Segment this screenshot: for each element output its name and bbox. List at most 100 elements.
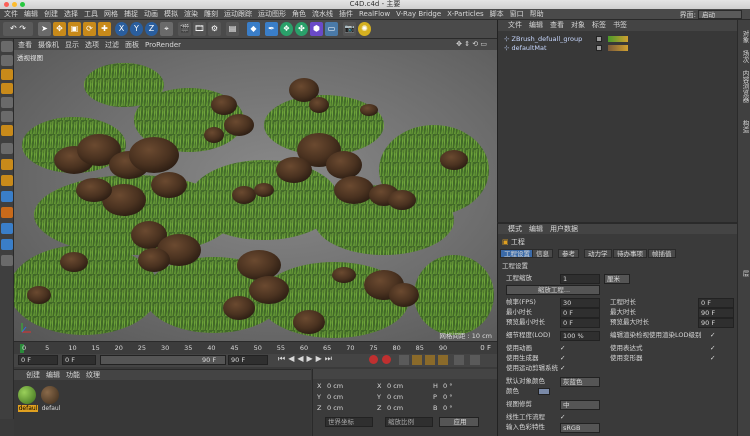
object-mode-icon[interactable]: ▤ [226,22,239,36]
polygons-mode-icon[interactable] [1,125,13,136]
tab-info[interactable]: 信息 [532,249,553,258]
paint-icon[interactable] [1,207,13,218]
close-window-button[interactable] [4,2,9,7]
coordinate-system-select[interactable]: 世界坐标 [325,417,373,427]
tweak-mode-icon[interactable] [1,159,13,170]
menu-simulate[interactable]: 模拟 [164,9,178,19]
material-tags-icon[interactable] [608,36,628,42]
viewport-menu-view[interactable]: 查看 [18,40,32,50]
y-axis-lock-button[interactable]: Y [130,22,143,36]
position-z-field[interactable]: 0 cm [327,404,343,413]
move-tool-icon[interactable]: ✥ [53,22,66,36]
rotation-p-field[interactable]: 0 ° [443,393,452,402]
lock-icon[interactable] [1,255,13,266]
layout-select[interactable]: 启动 [698,10,742,19]
project-scale-field[interactable]: 1 [560,274,600,284]
tab-takes[interactable]: 场次 [740,50,749,63]
linear-workflow-checkbox[interactable]: ✓ [560,413,565,422]
viewport-menu-panel[interactable]: 面板 [125,40,139,50]
size-mode-select[interactable]: 缩放比例 [385,417,433,427]
menu-x-particles[interactable]: X-Particles [447,10,483,18]
menu-help[interactable]: 帮助 [530,9,544,19]
timeline-menu-icon[interactable] [470,355,480,365]
camera-icon[interactable]: 📷 [343,22,356,36]
rotation-b-field[interactable]: 0 ° [443,404,452,413]
viewport-menu-display[interactable]: 显示 [65,40,79,50]
menu-realflow[interactable]: RealFlow [359,10,390,18]
use-animation-checkbox[interactable]: ✓ [560,344,565,353]
render-settings-icon[interactable]: ⚙ [208,22,221,36]
position-y-field[interactable]: 0 cm [327,393,343,402]
fps-field[interactable]: 30 [560,298,600,308]
z-axis-lock-button[interactable]: Z [145,22,158,36]
timeline-ruler[interactable]: 0 5 10 15 20 25 30 35 40 45 50 55 60 65 70 75 80 85 90 0 F [14,341,497,354]
am-menu-mode[interactable]: 模式 [508,224,522,234]
position-x-field[interactable]: 0 cm [327,382,343,391]
om-menu-edit[interactable]: 编辑 [529,20,543,31]
key-scale-icon[interactable] [438,355,448,365]
snap-icon[interactable] [1,175,13,186]
viewport-menu-prorender[interactable]: ProRender [145,41,181,49]
om-menu-tags[interactable]: 标签 [592,20,606,31]
record-key-icon[interactable] [369,355,378,364]
use-deformers-checkbox[interactable]: ✓ [710,354,715,363]
menu-select[interactable]: 选择 [64,9,78,19]
zoom-window-button[interactable] [20,2,25,7]
key-position-icon[interactable] [412,355,422,365]
mat-menu-edit[interactable]: 编辑 [46,370,60,380]
points-mode-icon[interactable] [1,97,13,108]
material-slot[interactable]: defaul [41,386,61,414]
current-frame-field[interactable]: 0 F [18,355,58,365]
tab-objects[interactable]: 对象 [740,30,749,43]
view-clipping-select[interactable]: 中 [560,400,600,410]
menu-tools[interactable]: 工具 [84,9,98,19]
layer-toggle-icon[interactable] [596,45,602,51]
viewport-menu-options[interactable]: 选项 [85,40,99,50]
menu-character[interactable]: 角色 [292,9,306,19]
am-menu-userdata[interactable]: 用户数据 [550,224,578,234]
am-menu-edit[interactable]: 编辑 [529,224,543,234]
enable-axis-icon[interactable] [1,143,13,154]
render-picture-viewer-icon[interactable]: 🎞 [193,22,206,36]
tab-dynamics[interactable]: 动力学 [584,249,612,258]
om-menu-objects[interactable]: 对象 [571,20,585,31]
tab-content-browser[interactable]: 内容浏览器 [740,70,749,103]
mat-menu-texture[interactable]: 纹理 [86,370,100,380]
preview-min-field[interactable]: 0 F [560,318,600,328]
tab-reference[interactable]: 参考 [558,249,579,258]
menu-sculpt[interactable]: 雕刻 [204,9,218,19]
undo-redo-icon[interactable]: ↶ ↷ [3,22,33,36]
render-view-icon[interactable]: 🎬 [178,22,191,36]
viewport-menu-cameras[interactable]: 摄像机 [38,40,59,50]
mat-menu-create[interactable]: 创建 [26,370,40,380]
om-menu-file[interactable]: 文件 [508,20,522,31]
menu-mesh[interactable]: 网格 [104,9,118,19]
edges-mode-icon[interactable] [1,111,13,122]
size-y-field[interactable]: 0 cm [387,393,403,402]
use-expressions-checkbox[interactable]: ✓ [710,344,715,353]
use-generators-checkbox[interactable]: ✓ [560,354,565,363]
perspective-viewport[interactable]: 透视视图 网格间距 : 10 cm [14,50,497,341]
size-z-field[interactable]: 0 cm [387,404,403,413]
layer-icon[interactable] [1,223,13,234]
tab-layers[interactable]: 层 [740,270,749,277]
apply-button[interactable]: 应用 [439,417,479,427]
lod-field[interactable]: 100 % [560,331,600,341]
tab-project-settings[interactable]: 工程设置 [500,249,534,258]
menu-script[interactable]: 脚本 [490,9,504,19]
menu-vray-bridge[interactable]: V-Ray Bridge [396,10,441,18]
make-editable-icon[interactable] [1,41,13,52]
min-frame-field[interactable]: 0 F [62,355,96,365]
color-swatch[interactable] [538,388,550,395]
mat-menu-function[interactable]: 功能 [66,370,80,380]
render-lod-checkbox[interactable]: ✓ [710,331,715,340]
deformer-icon[interactable]: ⬢ [310,22,323,36]
use-motion-system-checkbox[interactable]: ✓ [560,364,565,373]
subdivision-icon[interactable]: ❖ [280,22,293,36]
material-slot[interactable]: defaul [18,386,38,414]
menu-window[interactable]: 窗口 [510,9,524,19]
keyframe-selection-icon[interactable] [399,355,409,365]
input-color-profile-select[interactable]: sRGB [560,423,600,433]
workplane-icon[interactable] [1,83,13,94]
viewport-nav-icon[interactable]: ✥ ⇕ ⟲ ▭ [456,40,487,48]
